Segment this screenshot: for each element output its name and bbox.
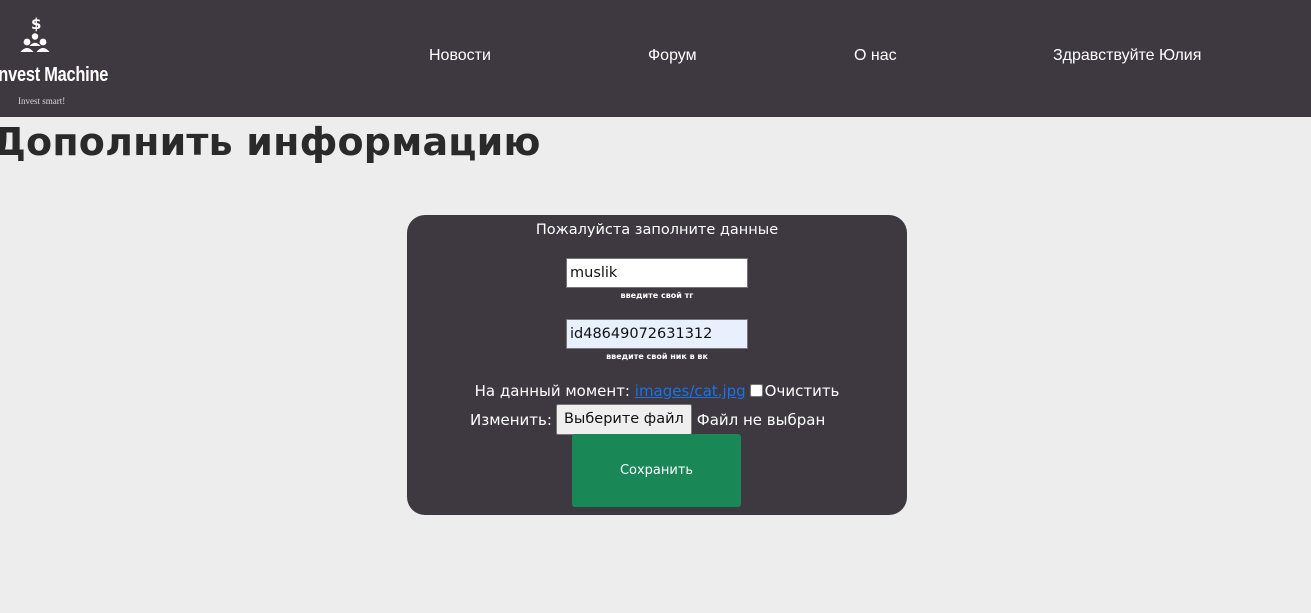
nav-forum[interactable]: Форум — [648, 47, 697, 65]
clear-checkbox[interactable] — [749, 384, 763, 397]
telegram-input[interactable] — [566, 258, 748, 288]
nav-user-greeting[interactable]: Здравствуйте Юлия — [1053, 47, 1201, 65]
nav-news[interactable]: Новости — [429, 47, 491, 65]
form-title: Пожалуйста заполните данные — [535, 222, 779, 238]
logo[interactable]: $ Invest Machine Invest smart! — [0, 14, 110, 110]
telegram-hint: введите свой тг — [620, 291, 694, 300]
page-title: Дополнить информацию — [0, 120, 541, 164]
brand-name: Invest Machine — [0, 64, 109, 86]
profile-form: Пожалуйста заполните данные введите свой… — [407, 215, 907, 515]
vk-hint: введите свой ник в вк — [606, 352, 708, 361]
site-header: $ Invest Machine Invest smart! Новости Ф… — [0, 0, 1311, 117]
current-file-label: На данный момент: — [474, 382, 630, 400]
nav-about[interactable]: О нас — [854, 47, 897, 65]
svg-text:$: $ — [31, 16, 41, 33]
change-file-label: Изменить: — [470, 410, 552, 429]
current-file-link[interactable]: images/cat.jpg — [635, 382, 746, 400]
choose-file-button[interactable]: Выберите файл — [555, 404, 692, 435]
clear-label[interactable]: Очистить — [765, 382, 840, 400]
brand-tagline: Invest smart! — [18, 96, 66, 106]
current-file-row: На данный момент: images/cat.jpg Очистить — [407, 382, 907, 400]
investors-icon: $ — [20, 16, 50, 52]
file-status: Файл не выбран — [696, 410, 826, 429]
change-file-row: Изменить: Выберите файл Файл не выбран — [470, 404, 825, 435]
save-button[interactable]: Сохранить — [572, 434, 741, 507]
vk-input[interactable] — [566, 319, 748, 349]
